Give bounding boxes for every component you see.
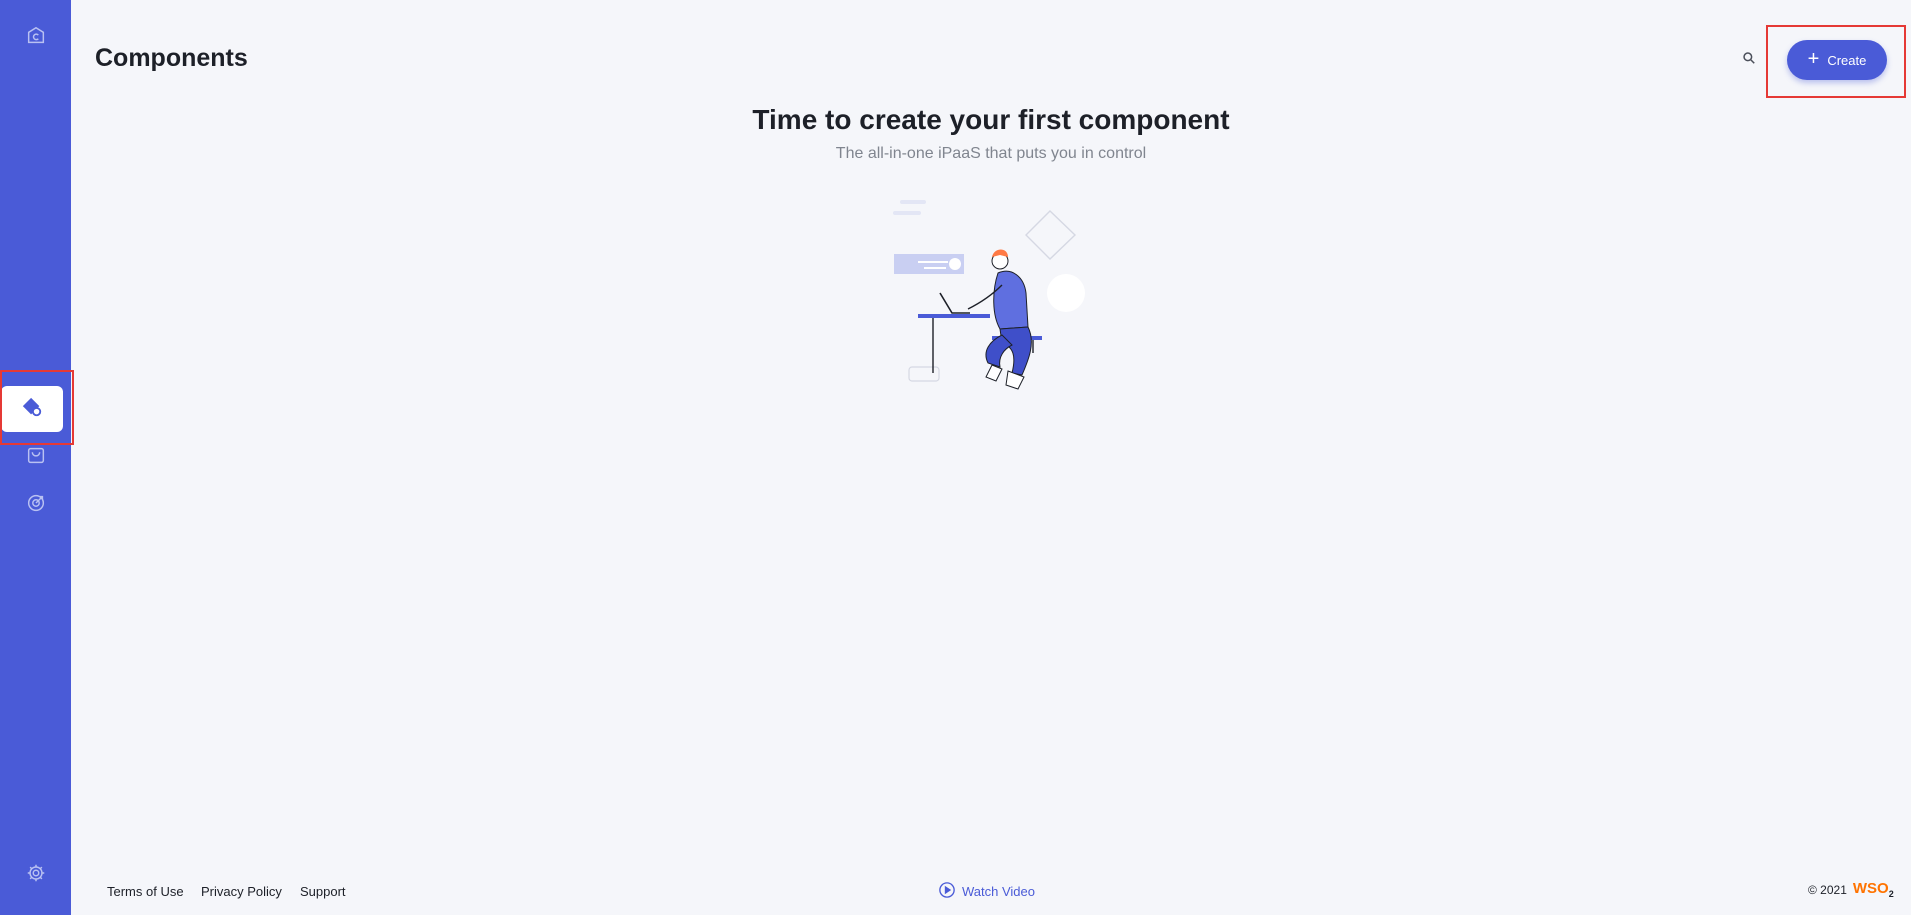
copyright: © 2021 WSO2 [1808,880,1894,899]
empty-state-title: Time to create your first component [752,104,1230,135]
marketplace-icon [25,444,47,471]
play-circle-icon [938,881,956,902]
observability-icon [25,492,47,519]
empty-state-subtitle: The all-in-one iPaaS that puts you in co… [835,145,1147,162]
page-title: Components [95,44,248,72]
watch-video-label: Watch Video [962,884,1035,899]
create-button[interactable]: + Create [1787,40,1887,80]
footer-support-link[interactable]: Support [300,884,346,899]
footer-privacy-link[interactable]: Privacy Policy [201,884,282,899]
search-button[interactable] [1738,49,1760,71]
search-icon [1742,51,1756,70]
sidebar-item-marketplace[interactable] [0,437,71,477]
watch-video-link[interactable]: Watch Video [938,881,1035,902]
sidebar-item-components[interactable] [1,386,63,432]
components-icon [21,396,43,423]
gear-icon [25,862,47,889]
create-button-label: Create [1827,52,1867,68]
plus-icon: + [1807,48,1820,70]
home-icon [25,25,47,52]
sidebar-item-settings[interactable] [0,855,71,895]
app-root: Components + Create Time to create your … [0,0,1911,915]
sidebar-item-observability[interactable] [0,485,71,525]
empty-state-illustration [888,195,1098,395]
sidebar [0,0,71,915]
sidebar-item-home[interactable] [0,18,71,58]
wso2-logo: WSO2 [1852,880,1894,899]
copyright-text: © 2021 [1808,882,1847,897]
footer-terms-link[interactable]: Terms of Use [107,884,184,899]
